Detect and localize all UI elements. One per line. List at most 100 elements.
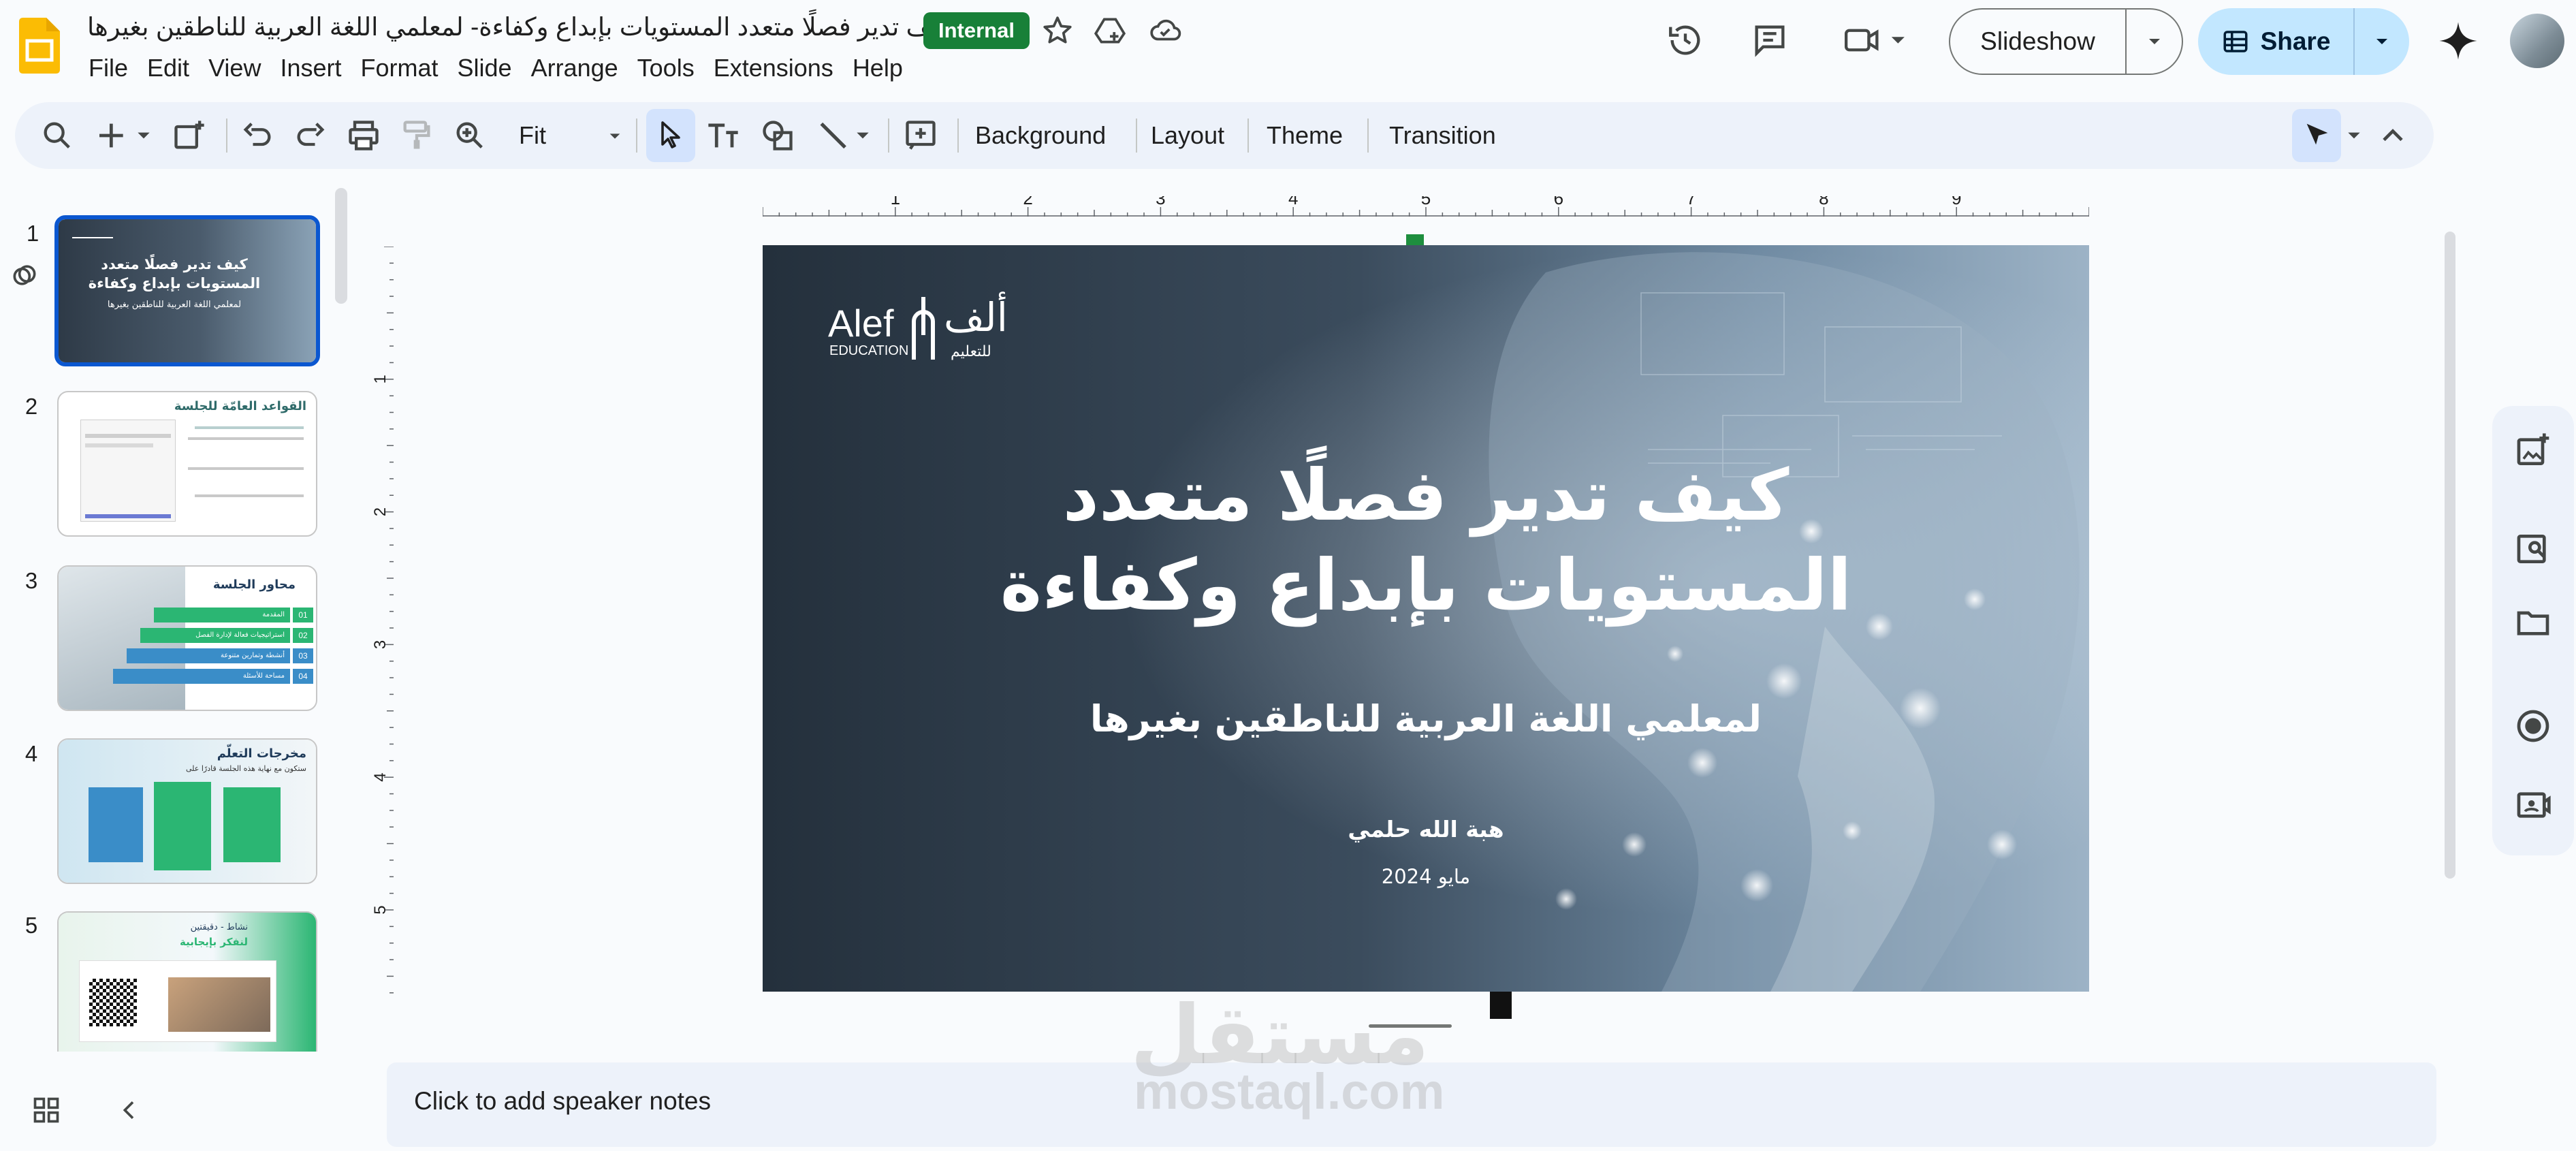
cursor-arrow-icon — [661, 121, 680, 148]
layout-button[interactable]: Layout — [1151, 117, 1224, 154]
slideshow-button[interactable]: Slideshow — [1949, 8, 2183, 75]
version-history-icon[interactable] — [1666, 20, 1705, 60]
ruler-label: 4 — [373, 773, 389, 782]
move-to-drive-icon[interactable] — [1093, 14, 1127, 48]
zoom-caret-icon — [609, 133, 620, 139]
filmstrip-scrollbar[interactable] — [335, 188, 347, 304]
text-box-icon[interactable] — [705, 118, 741, 153]
share-label: Share — [2260, 27, 2331, 55]
thumb-photo — [168, 977, 270, 1032]
menu-help[interactable]: Help — [843, 52, 912, 84]
record-icon[interactable] — [2514, 707, 2552, 745]
logo-arabic-sub: للتعليم — [951, 343, 991, 360]
add-comment-icon[interactable] — [903, 118, 938, 153]
horizontal-ruler[interactable]: 1 2 3 4 5 6 7 8 9 — [762, 188, 2090, 217]
menu-format[interactable]: Format — [351, 52, 448, 84]
thumb-title: كيف تدير فصلًا متعدد المستويات بإبداع وك… — [88, 256, 261, 291]
thumb-agenda-item: المقدمة — [154, 608, 290, 622]
internal-badge[interactable]: Internal — [923, 12, 1030, 49]
ruler-label: 3 — [373, 640, 389, 649]
add-image-icon[interactable] — [2514, 432, 2552, 470]
menu-edit[interactable]: Edit — [138, 52, 199, 84]
ruler-label: 6 — [1554, 196, 1563, 208]
meet-icon[interactable] — [1841, 20, 1909, 60]
menu-arrange[interactable]: Arrange — [522, 52, 628, 84]
menu-extensions[interactable]: Extensions — [704, 52, 843, 84]
share-button[interactable]: Share — [2198, 8, 2409, 75]
side-panel — [2492, 406, 2574, 855]
toolbar-separator — [1367, 119, 1369, 153]
transition-button[interactable]: Transition — [1389, 117, 1496, 154]
vertical-ruler[interactable]: 1 2 3 4 5 — [371, 246, 394, 996]
star-icon[interactable] — [1040, 14, 1075, 48]
top-bar: كيف تدير فصلًا متعدد المستويات بإبداع وك… — [0, 0, 2576, 97]
speaker-notes-placeholder[interactable]: Click to add speaker notes — [414, 1087, 711, 1116]
comments-icon[interactable] — [1750, 20, 1790, 60]
canvas-scrollbar[interactable] — [2445, 232, 2455, 879]
pointer-mode-button[interactable] — [2292, 109, 2341, 162]
slide-number: 4 — [25, 741, 38, 766]
slide-thumbnail-1[interactable]: كيف تدير فصلًا متعدد المستويات بإبداع وك… — [54, 215, 320, 366]
collapse-toolbar-icon[interactable] — [2375, 118, 2411, 153]
thumb-title: نشاط - دقيقتين — [190, 922, 248, 932]
folder-icon[interactable] — [2514, 603, 2552, 642]
thumb-line — [188, 437, 304, 440]
vertical-ruler-graphic: 1 2 3 4 5 — [371, 246, 394, 994]
share-grid-icon — [2223, 31, 2248, 52]
ruler-label: 8 — [1819, 196, 1828, 208]
thumb-line — [85, 514, 171, 518]
logo-text: Alef — [828, 302, 894, 345]
ruler-marker[interactable] — [1406, 234, 1424, 245]
collapse-filmstrip-icon[interactable] — [116, 1095, 143, 1125]
undo-icon[interactable] — [240, 118, 275, 153]
insert-image-plus-icon[interactable] — [172, 118, 207, 153]
slide-number: 1 — [26, 221, 39, 246]
toolbar: Fit Background Layout Theme Transition — [15, 102, 2434, 169]
new-slide-icon[interactable] — [95, 118, 157, 153]
toolbar-separator — [636, 119, 637, 153]
grid-view-icon[interactable] — [31, 1095, 61, 1125]
linked-object-icon[interactable] — [10, 260, 39, 290]
zoom-icon[interactable] — [452, 118, 488, 153]
menu-tools[interactable]: Tools — [628, 52, 704, 84]
thumb-card — [79, 960, 276, 1042]
zoom-select[interactable]: Fit — [519, 117, 628, 154]
shape-icon[interactable] — [760, 118, 795, 153]
menu-insert[interactable]: Insert — [270, 52, 351, 84]
pointer-mode-caret-icon[interactable] — [2344, 118, 2364, 153]
search-menus-icon[interactable] — [39, 118, 75, 153]
menu-slide[interactable]: Slide — [448, 52, 522, 84]
line-tool-icon[interactable] — [814, 118, 876, 153]
share-options-icon[interactable] — [2355, 33, 2409, 50]
slides-logo-icon[interactable] — [19, 18, 60, 74]
thumb-agenda-num: 03 — [293, 648, 313, 663]
slide-number: 3 — [25, 568, 38, 593]
ruler-label: 4 — [1288, 196, 1298, 208]
print-icon[interactable] — [346, 118, 381, 153]
gemini-sparkle-icon[interactable] — [2438, 20, 2479, 61]
paint-format-icon[interactable] — [399, 118, 434, 153]
background-button[interactable]: Background — [975, 117, 1106, 154]
image-search-icon[interactable] — [2514, 530, 2552, 568]
select-tool-button[interactable] — [646, 109, 695, 162]
menu-file[interactable]: File — [79, 52, 138, 84]
slide-thumbnail-2[interactable]: القواعد العامّة للجلسة — [57, 391, 317, 537]
slide-canvas[interactable]: Alef EDUCATION ألف للتعليم كيف تدير فصلً… — [763, 245, 2089, 992]
ruler-label: 5 — [1421, 196, 1431, 208]
slideshow-label[interactable]: Slideshow — [1950, 27, 2125, 56]
slideshow-options-icon[interactable] — [2127, 33, 2182, 50]
theme-button[interactable]: Theme — [1267, 117, 1343, 154]
slide-thumbnail-3[interactable]: محاور الجلسة المقدمة استراتيجيات فعالة ل… — [57, 565, 317, 711]
logo-sub: EDUCATION — [829, 343, 909, 358]
slide-thumbnail-4[interactable]: مخرجات التعلّم ستكون مع نهاية هذه الجلسة… — [57, 738, 317, 884]
video-camera-icon[interactable] — [2514, 786, 2552, 824]
cloud-saved-icon[interactable] — [1148, 14, 1182, 48]
redo-icon[interactable] — [293, 118, 328, 153]
menu-bar: File Edit View Insert Format Slide Arran… — [79, 52, 912, 84]
document-title[interactable]: كيف تدير فصلًا متعدد المستويات بإبداع وك… — [87, 12, 952, 42]
horizontal-ruler-graphic: 1 2 3 4 5 6 7 8 9 — [762, 188, 2090, 217]
share-main[interactable]: Share — [2198, 27, 2353, 56]
slide-thumbnail-5[interactable]: نشاط - دقيقتين لنفكر بإيجابية — [57, 911, 317, 1052]
menu-view[interactable]: View — [199, 52, 270, 84]
user-avatar[interactable] — [2510, 14, 2564, 68]
